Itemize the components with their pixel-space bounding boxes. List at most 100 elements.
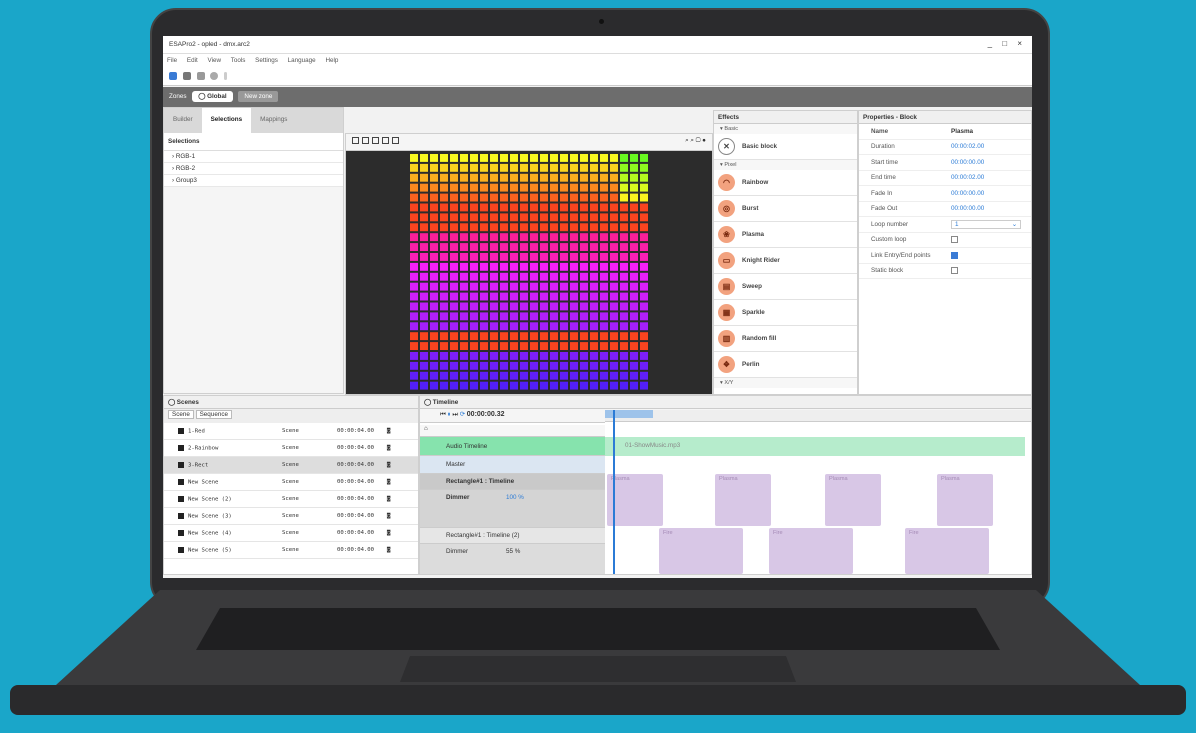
scene-row[interactable]: 3-Rect Scene 00:00:04.00 ◙ bbox=[164, 457, 418, 474]
menu-help[interactable]: Help bbox=[325, 57, 338, 64]
effect-knight-rider[interactable]: ▭ Knight Rider bbox=[714, 248, 857, 274]
loop-icon[interactable]: ⟳ bbox=[460, 411, 465, 418]
selection-item[interactable]: › RGB-1 bbox=[164, 151, 343, 163]
led-pixel bbox=[450, 302, 458, 311]
prop-value[interactable]: 00:00:00.00 bbox=[951, 159, 984, 166]
dimmer-value[interactable]: 55 % bbox=[506, 548, 520, 555]
audio-track[interactable]: Audio Timeline bbox=[420, 437, 605, 456]
playhead[interactable] bbox=[613, 410, 615, 574]
scene-settings-icon[interactable]: ◙ bbox=[387, 445, 390, 451]
scene-row[interactable]: 2-Rainbow Scene 00:00:04.00 ◙ bbox=[164, 440, 418, 457]
effect-rainbow[interactable]: ◠ Rainbow bbox=[714, 170, 857, 196]
category-pixel[interactable]: ▾ Pixel bbox=[714, 160, 857, 170]
rect1-track[interactable]: Rectangle#1 : Timeline bbox=[420, 474, 605, 490]
static-block-checkbox[interactable] bbox=[951, 267, 958, 275]
rect-icon[interactable] bbox=[392, 137, 399, 144]
menu-file[interactable]: File bbox=[167, 57, 177, 64]
fire-clip[interactable]: Fire bbox=[659, 528, 743, 574]
effect-random-fill[interactable]: ▥ Random fill bbox=[714, 326, 857, 352]
scene-row[interactable]: New Scene (3) Scene 00:00:04.00 ◙ bbox=[164, 508, 418, 525]
prop-name-value[interactable]: Plasma bbox=[951, 128, 973, 135]
effect-burst[interactable]: ◎ Burst bbox=[714, 196, 857, 222]
led-pixel bbox=[460, 381, 468, 390]
time-ruler[interactable] bbox=[605, 410, 1031, 422]
grid-small-icon[interactable] bbox=[362, 137, 369, 144]
effect-perlin[interactable]: ❖ Perlin bbox=[714, 352, 857, 378]
select-icon[interactable] bbox=[382, 137, 389, 144]
custom-loop-checkbox[interactable] bbox=[951, 236, 958, 244]
menu-settings[interactable]: Settings bbox=[255, 57, 278, 64]
prop-value[interactable]: 00:00:00.00 bbox=[951, 190, 984, 197]
category-xy[interactable]: ▾ X/Y bbox=[714, 378, 857, 388]
led-pixel bbox=[510, 272, 518, 281]
effect-sweep[interactable]: ▤ Sweep bbox=[714, 274, 857, 300]
scene-row[interactable]: New Scene (4) Scene 00:00:04.00 ◙ bbox=[164, 525, 418, 542]
tab-builder[interactable]: Builder bbox=[164, 108, 202, 133]
master-track[interactable]: Master bbox=[420, 456, 605, 474]
prop-value[interactable]: 00:00:02.00 bbox=[951, 143, 984, 150]
scene-settings-icon[interactable]: ◙ bbox=[387, 513, 390, 519]
tab-mappings[interactable]: Mappings bbox=[251, 108, 296, 133]
loop-number-select[interactable]: 1 ⌄ bbox=[951, 219, 1021, 229]
tab-selections[interactable]: Selections bbox=[201, 108, 252, 133]
zoom-icons[interactable]: ⌕ ⌕ ▢ ● bbox=[685, 137, 706, 145]
selection-item[interactable]: › RGB-2 bbox=[164, 163, 343, 175]
fire-clip[interactable]: Fire bbox=[769, 528, 853, 574]
led-pixel bbox=[460, 342, 468, 350]
globe-icon[interactable] bbox=[210, 72, 219, 80]
menu-language[interactable]: Language bbox=[288, 57, 316, 64]
grid-icon[interactable] bbox=[352, 137, 359, 144]
fire-clip[interactable]: Fire bbox=[905, 528, 989, 574]
play-icon[interactable] bbox=[196, 72, 205, 80]
led-pixel bbox=[570, 272, 578, 281]
dimmer2-track[interactable]: Dimmer 55 % bbox=[420, 544, 605, 574]
scene-settings-icon[interactable]: ◙ bbox=[387, 496, 390, 502]
scene-row[interactable]: New Scene Scene 00:00:04.00 ◙ bbox=[164, 474, 418, 491]
pause-icon[interactable]: ⏸ bbox=[447, 411, 450, 418]
open-icon[interactable] bbox=[169, 72, 177, 80]
dimmer-value[interactable]: 100 % bbox=[506, 494, 524, 501]
scene-button[interactable]: Scene bbox=[168, 410, 194, 419]
timeline-area[interactable]: 01-ShowMusic.mp3 Plasma Plasma Plasma Plasm… bbox=[605, 410, 1031, 574]
menu-tools[interactable]: Tools bbox=[231, 57, 246, 64]
dimmer1-track[interactable]: Dimmer 100 % bbox=[420, 490, 605, 528]
menu-view[interactable]: View bbox=[208, 57, 222, 64]
led-pixel bbox=[440, 233, 448, 242]
prop-value[interactable]: 00:00:00.00 bbox=[951, 205, 984, 212]
sequence-button[interactable]: Sequence bbox=[195, 410, 232, 419]
save-icon[interactable] bbox=[182, 72, 191, 80]
scene-row[interactable]: New Scene (2) Scene 00:00:04.00 ◙ bbox=[164, 491, 418, 508]
scene-row[interactable]: 1-Red Scene 00:00:04.00 ◙ bbox=[164, 423, 418, 440]
selection-item[interactable]: › Group3 bbox=[164, 175, 343, 187]
led-pixel bbox=[440, 253, 448, 261]
led-pixel bbox=[480, 381, 488, 390]
scene-row[interactable]: New Scene (5) Scene 00:00:04.00 ◙ bbox=[164, 542, 418, 559]
effect-plasma[interactable]: ❀ Plasma bbox=[714, 222, 857, 248]
menu-edit[interactable]: Edit bbox=[187, 57, 198, 64]
prev-icon[interactable]: ⏮ bbox=[440, 411, 446, 418]
plasma-clip[interactable]: Plasma bbox=[825, 474, 881, 526]
led-pixel bbox=[510, 282, 518, 291]
zone-global-tab[interactable]: ◯ Global bbox=[192, 91, 233, 102]
effect-sparkle[interactable]: ▦ Sparkle bbox=[714, 300, 857, 326]
cursor-icon[interactable] bbox=[224, 72, 227, 80]
scene-settings-icon[interactable]: ◙ bbox=[387, 530, 390, 536]
scene-settings-icon[interactable]: ◙ bbox=[387, 428, 390, 434]
rect2-track[interactable]: Rectangle#1 : Timeline (2) bbox=[420, 528, 605, 544]
scene-settings-icon[interactable]: ◙ bbox=[387, 479, 390, 485]
plasma-clip[interactable]: Plasma bbox=[937, 474, 993, 526]
effect-basic-block[interactable]: ✕ Basic block bbox=[714, 134, 857, 160]
prop-value[interactable]: 00:00:02.00 bbox=[951, 174, 984, 181]
plasma-clip[interactable]: Plasma bbox=[607, 474, 663, 526]
scene-settings-icon[interactable]: ◙ bbox=[387, 547, 390, 553]
scene-settings-icon[interactable]: ◙ bbox=[387, 462, 390, 468]
window-controls[interactable]: _ □ × bbox=[988, 39, 1026, 48]
preview-viewer[interactable]: ⌕ ⌕ ▢ ● bbox=[345, 133, 713, 395]
link-points-checkbox[interactable] bbox=[951, 251, 958, 259]
timeline-lock-icon[interactable]: ⌂ bbox=[420, 425, 605, 437]
next-icon[interactable]: ⏭ bbox=[452, 411, 458, 418]
grid-large-icon[interactable] bbox=[372, 137, 379, 144]
new-zone-button[interactable]: New zone bbox=[238, 91, 279, 102]
plasma-clip[interactable]: Plasma bbox=[715, 474, 771, 526]
category-basic[interactable]: ▾ Basic bbox=[714, 124, 857, 134]
